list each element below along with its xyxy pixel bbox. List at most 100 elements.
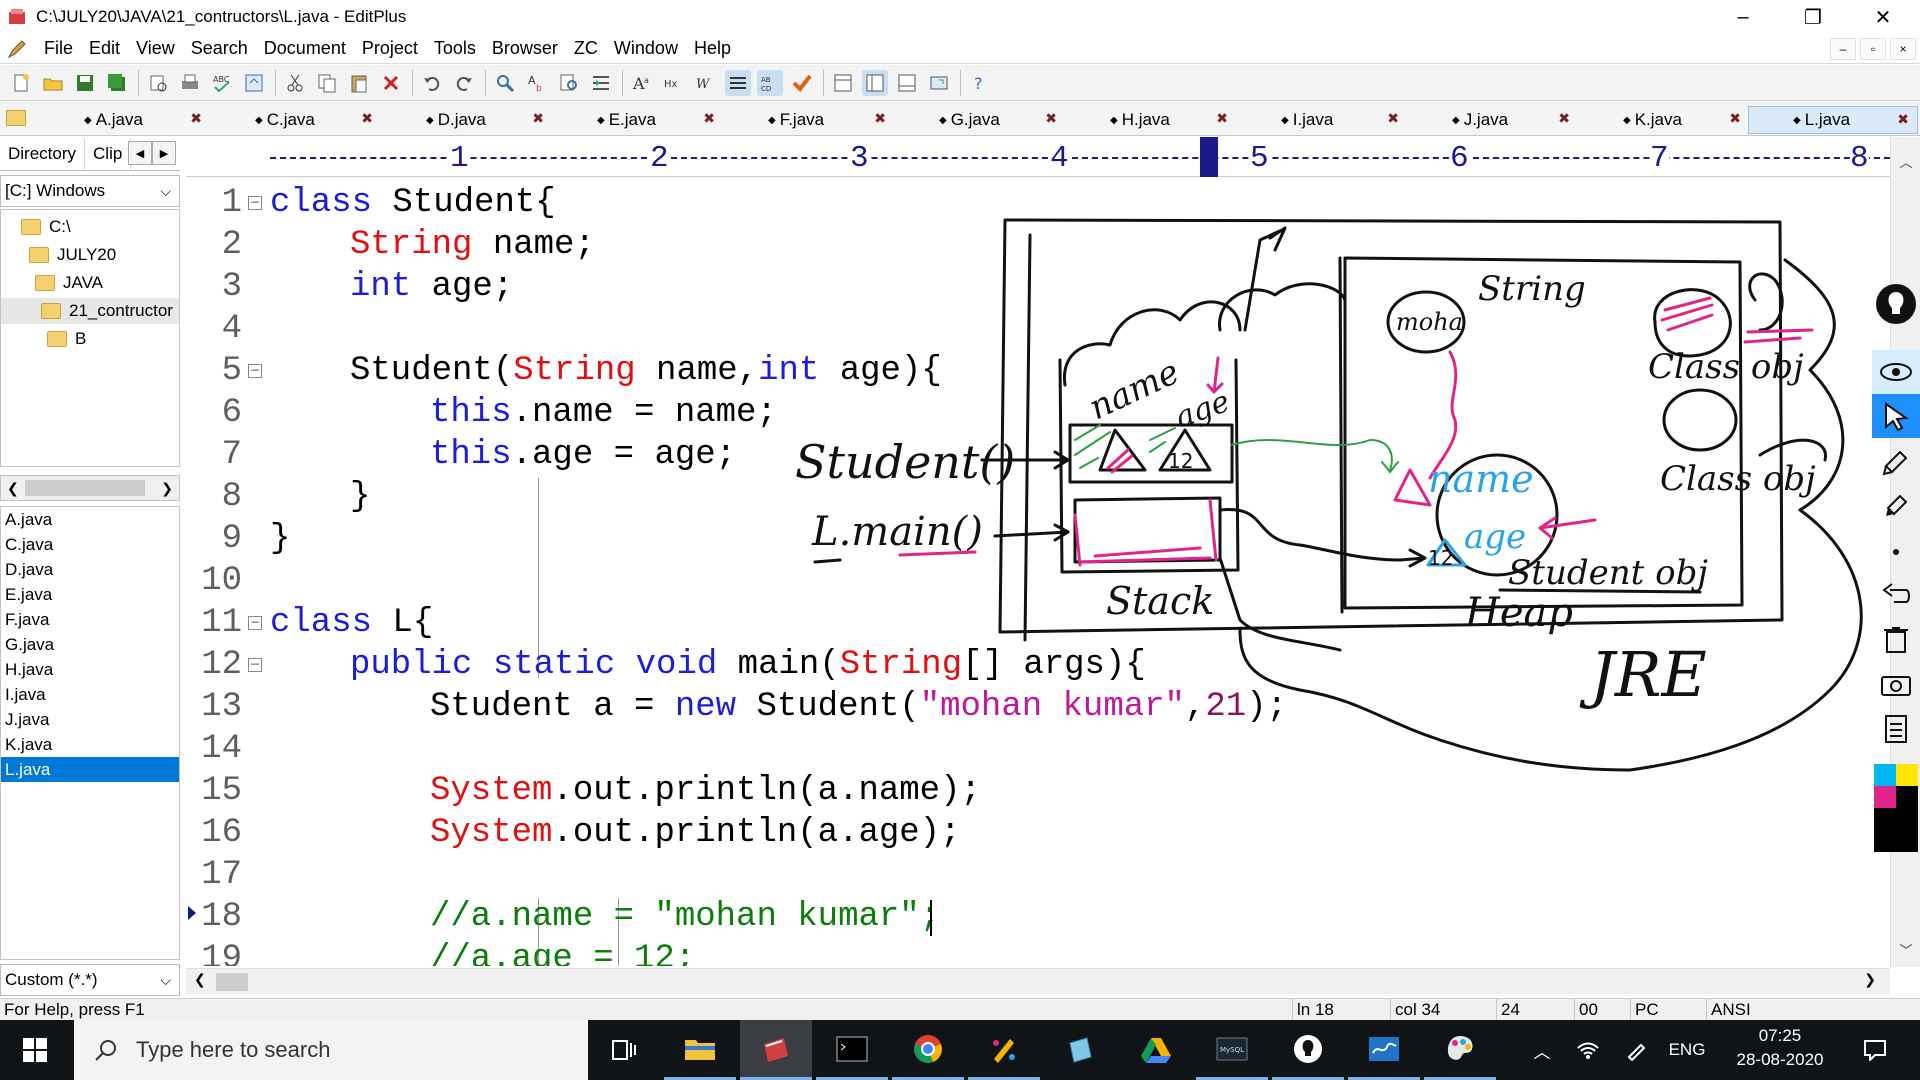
scroll-left-icon[interactable]: ◀ [128, 141, 152, 165]
trash-icon[interactable] [1872, 618, 1920, 662]
tab-i-java[interactable]: ◆ I.java ✖ [1237, 106, 1407, 134]
spell-check-icon[interactable]: ABC [209, 70, 235, 96]
tab-d-java[interactable]: ◆ D.java ✖ [382, 106, 552, 134]
taskbar-search-input[interactable]: Type here to search [74, 1020, 588, 1080]
list-item[interactable]: E.java [1, 582, 179, 607]
chevron-up-icon[interactable]: ︿ [1522, 1020, 1562, 1080]
color-swatch-black[interactable] [1874, 808, 1918, 852]
tab-close-icon[interactable]: ✖ [1729, 110, 1741, 127]
output-window-icon[interactable] [894, 70, 920, 96]
browser-preview-icon[interactable] [241, 70, 267, 96]
paint-icon[interactable] [968, 1020, 1040, 1080]
chevron-right-icon[interactable]: ❯ [1864, 971, 1876, 988]
tab-close-icon[interactable]: ✖ [1387, 110, 1399, 127]
code-editor[interactable]: 1− class Student{ 2 String name; 3 int age;… [186, 178, 1890, 966]
save-all-icon[interactable] [104, 70, 130, 96]
language-indicator[interactable]: ENG [1662, 1020, 1712, 1080]
chevron-right-icon[interactable]: ❯ [161, 480, 173, 497]
pointer-icon[interactable] [1872, 394, 1920, 438]
open-folder-icon[interactable] [40, 70, 66, 96]
whiteboard-icon[interactable] [1348, 1020, 1420, 1080]
chrome-icon[interactable] [892, 1020, 964, 1080]
print-preview-icon[interactable] [145, 70, 171, 96]
color-swatch-yellow[interactable] [1896, 764, 1918, 786]
clock[interactable]: 07:25 28-08-2020 [1720, 1024, 1840, 1072]
find-icon[interactable] [492, 70, 518, 96]
menu-project[interactable]: Project [354, 38, 426, 59]
full-screen-icon[interactable] [926, 70, 952, 96]
help-icon[interactable]: ? [967, 70, 993, 96]
new-file-icon[interactable] [8, 70, 34, 96]
fold-toggle-icon[interactable]: − [248, 616, 262, 630]
color-swatch-magenta[interactable] [1874, 786, 1896, 808]
editplus-icon[interactable] [740, 1020, 812, 1080]
paste-icon[interactable] [346, 70, 372, 96]
fold-toggle-icon[interactable]: − [248, 364, 262, 378]
menu-search[interactable]: Search [183, 38, 256, 59]
tab-f-java[interactable]: ◆ F.java ✖ [724, 106, 894, 134]
file-explorer-icon[interactable] [664, 1020, 736, 1080]
tab-close-icon[interactable]: ✖ [1216, 110, 1228, 127]
print-icon[interactable] [177, 70, 203, 96]
tab-close-icon[interactable]: ✖ [1045, 110, 1057, 127]
tree-item-july20[interactable]: JULY20 [29, 242, 116, 268]
find-in-files-icon[interactable] [556, 70, 582, 96]
word-wrap-icon[interactable]: W [693, 70, 719, 96]
tree-item-c[interactable]: C:\ [21, 214, 71, 240]
pen-tool-icon[interactable] [1872, 440, 1920, 484]
menu-file[interactable]: File [36, 38, 81, 59]
wifi-icon[interactable] [1568, 1020, 1608, 1080]
tab-close-icon[interactable]: ✖ [532, 110, 544, 127]
google-drive-icon[interactable] [1120, 1020, 1192, 1080]
menu-view[interactable]: View [128, 38, 183, 59]
menu-window[interactable]: Window [606, 38, 686, 59]
tab-e-java[interactable]: ◆ E.java ✖ [553, 106, 723, 134]
list-item[interactable]: A.java [1, 507, 179, 532]
tab-k-java[interactable]: ◆ K.java ✖ [1579, 106, 1749, 134]
scrollbar-thumb[interactable] [216, 973, 248, 991]
tab-close-icon[interactable]: ✖ [874, 110, 886, 127]
tree-item-java[interactable]: JAVA [35, 270, 103, 296]
mdi-close-button[interactable]: × [1890, 38, 1916, 60]
maximize-button[interactable]: ❐ [1784, 0, 1842, 34]
tab-c-java[interactable]: ◆ C.java ✖ [211, 106, 381, 134]
tab-close-icon[interactable]: ✖ [1897, 111, 1909, 128]
menu-browser[interactable]: Browser [484, 38, 566, 59]
close-button[interactable]: ✕ [1854, 0, 1912, 34]
minimize-button[interactable]: – [1714, 0, 1772, 34]
chevron-up-icon[interactable]: ︿ [1891, 149, 1920, 173]
menu-edit[interactable]: Edit [81, 38, 128, 59]
replace-icon[interactable]: Ab [524, 70, 550, 96]
lightbulb-pen-icon[interactable] [1872, 280, 1920, 328]
fold-toggle-icon[interactable]: − [248, 658, 262, 672]
pen-input-icon[interactable] [1616, 1020, 1656, 1080]
scroll-right-icon[interactable]: ▶ [152, 141, 176, 165]
directory-window-icon[interactable] [862, 69, 888, 96]
list-item[interactable]: C.java [1, 532, 179, 557]
drive-select[interactable]: [C:] Windows ⌵ [0, 175, 180, 207]
mysql-icon[interactable]: MySQL [1196, 1020, 1268, 1080]
paint3d-icon[interactable] [1424, 1020, 1496, 1080]
cut-icon[interactable] [282, 70, 308, 96]
tab-directory[interactable]: Directory [0, 138, 86, 169]
menu-zc[interactable]: ZC [566, 38, 606, 59]
mdi-minimize-button[interactable]: – [1830, 38, 1856, 60]
color-swatch-cyan[interactable] [1874, 764, 1896, 786]
tab-close-icon[interactable]: ✖ [361, 110, 373, 127]
eye-icon[interactable] [1872, 350, 1920, 394]
file-filter-select[interactable]: Custom (*.*) ⌵ [0, 964, 180, 996]
tab-close-icon[interactable]: ✖ [703, 110, 715, 127]
tree-item-b[interactable]: B [47, 326, 86, 352]
list-item-selected[interactable]: L.java [1, 757, 179, 782]
list-item[interactable]: G.java [1, 632, 179, 657]
highlighter-icon[interactable] [1872, 484, 1920, 528]
tab-close-icon[interactable]: ✖ [1558, 110, 1570, 127]
fold-toggle-icon[interactable]: − [248, 196, 262, 210]
tree-item-21-contructor[interactable]: 21_contructor [1, 298, 179, 324]
tab-g-java[interactable]: ◆ G.java ✖ [895, 106, 1065, 134]
tab-a-java[interactable]: ◆ A.java ✖ [40, 106, 210, 134]
line-number-icon[interactable] [725, 69, 751, 96]
dot-icon[interactable] [1872, 530, 1920, 574]
directory-hscrollbar[interactable]: ❮ ❯ [0, 475, 180, 501]
color-swatch-black-small[interactable] [1896, 786, 1918, 808]
